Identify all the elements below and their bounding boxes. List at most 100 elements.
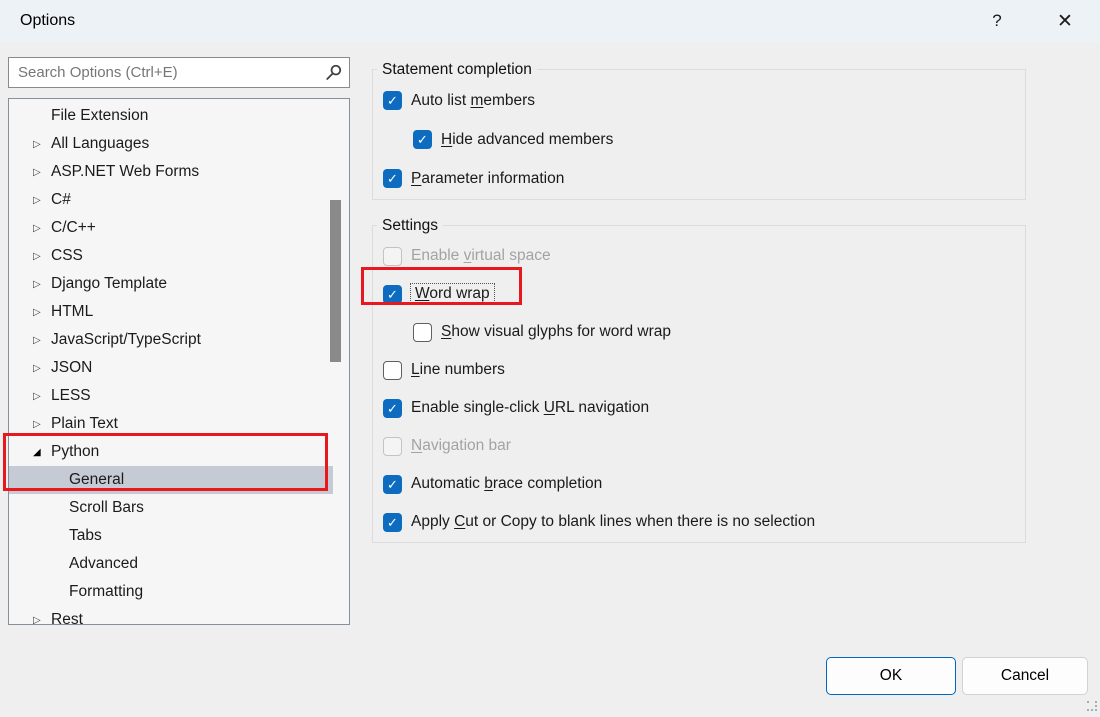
tree-item-label: CSS [51,247,83,265]
search-icon[interactable] [324,63,343,82]
search-box [8,57,350,88]
ok-button[interactable]: OK [826,657,956,695]
tree-item-label: C# [51,191,71,209]
tree-item-django-template[interactable]: ▷ Django Template [9,270,333,298]
checkbox-hide-advanced-members[interactable]: ✓ [413,130,432,149]
expander-icon[interactable]: ▷ [33,615,49,626]
checkbox-row-show-visual-glyphs[interactable]: Show visual glyphs for word wrap [373,313,1025,351]
group-items: Enable virtual space ✓ Word wrap Show vi… [373,226,1025,541]
checkbox-apply-cut-copy-blank-lines[interactable]: ✓ [383,513,402,532]
tree-item-asp-net-web-forms[interactable]: ▷ ASP.NET Web Forms [9,158,333,186]
tree-item-label: Plain Text [51,415,118,433]
tree-item-javascript-typescript[interactable]: ▷ JavaScript/TypeScript [9,326,333,354]
checkbox-automatic-brace-completion[interactable]: ✓ [383,475,402,494]
tree-item-css[interactable]: ▷ CSS [9,242,333,270]
group-title: Settings [377,215,443,236]
tree-item-label: JavaScript/TypeScript [51,331,201,349]
tree-item-json[interactable]: ▷ JSON [9,354,333,382]
tree-item-label: Formatting [69,583,143,601]
tree-item-all-languages[interactable]: ▷ All Languages [9,130,333,158]
expander-icon[interactable]: ▷ [33,251,49,262]
tree-item-formatting[interactable]: Formatting [9,578,333,606]
search-input[interactable] [8,57,350,88]
checkbox-row-auto-list-members[interactable]: ✓ Auto list members [373,81,1025,120]
expander-icon[interactable]: ▷ [33,167,49,178]
group-box-settings: Settings Enable virtual space ✓ Word wra… [372,225,1026,543]
group-box-statement-completion: Statement completion ✓ Auto list members… [372,69,1026,200]
tree-item-general[interactable]: General [9,466,333,494]
checkbox-label: Parameter information [411,170,564,188]
tree-item-label: Rest [51,611,83,625]
tree-item-label: ASP.NET Web Forms [51,163,199,181]
tree-item-file-extension[interactable]: File Extension [9,102,333,130]
tree-item-label: All Languages [51,135,149,153]
tree-item-scroll-bars[interactable]: Scroll Bars [9,494,333,522]
tree-scrollbar-thumb[interactable] [330,200,341,362]
checkbox-row-apply-cut-copy-blank-lines[interactable]: ✓ Apply Cut or Copy to blank lines when … [373,503,1025,541]
checkbox-line-numbers[interactable] [383,361,402,380]
tree-item-label: Django Template [51,275,167,293]
tree-item-tabs[interactable]: Tabs [9,522,333,550]
checkbox-row-parameter-information[interactable]: ✓ Parameter information [373,159,1025,198]
tree-item-html[interactable]: ▷ HTML [9,298,333,326]
checkbox-navigation-bar[interactable] [383,437,402,456]
checkbox-label: Automatic brace completion [411,475,602,493]
tree-item-rest[interactable]: ▷ Rest [9,606,333,625]
expander-icon[interactable]: ▷ [33,139,49,150]
tree-item-label: Scroll Bars [69,499,144,517]
tree-item-label: C/C++ [51,219,96,237]
checkbox-parameter-information[interactable]: ✓ [383,169,402,188]
checkbox-label: Word wrap [411,284,494,304]
expander-icon[interactable]: ◢ [33,447,49,458]
help-button[interactable]: ? [982,7,1012,35]
checkbox-single-click-url-navigation[interactable]: ✓ [383,399,402,418]
tree-item-label: Python [51,443,99,461]
expander-icon[interactable]: ▷ [33,307,49,318]
checkbox-row-navigation-bar[interactable]: Navigation bar [373,427,1025,465]
checkbox-label: Enable single-click URL navigation [411,399,649,417]
expander-icon[interactable]: ▷ [33,335,49,346]
tree-item-label: Advanced [69,555,138,573]
tree-item-advanced[interactable]: Advanced [9,550,333,578]
checkbox-row-line-numbers[interactable]: Line numbers [373,351,1025,389]
checkbox-label: Hide advanced members [441,131,613,149]
tree-item-label: Tabs [69,527,102,545]
tree-rows: File Extension ▷ All Languages ▷ ASP.NET… [9,102,333,625]
expander-icon[interactable]: ▷ [33,223,49,234]
checkbox-word-wrap[interactable]: ✓ [383,285,402,304]
tree-item-python[interactable]: ◢ Python [9,438,333,466]
checkbox-auto-list-members[interactable]: ✓ [383,91,402,110]
expander-icon[interactable]: ▷ [33,391,49,402]
tree-item-c[interactable]: ▷ C# [9,186,333,214]
tree-item-label: HTML [51,303,93,321]
checkbox-row-hide-advanced-members[interactable]: ✓ Hide advanced members [373,120,1025,159]
group-items: ✓ Auto list members ✓ Hide advanced memb… [373,70,1025,198]
checkbox-row-enable-virtual-space[interactable]: Enable virtual space [373,237,1025,275]
checkbox-row-word-wrap[interactable]: ✓ Word wrap [373,275,1025,313]
title-bar: Options ? ✕ [0,0,1100,42]
close-button[interactable]: ✕ [1050,7,1080,35]
tree-item-label: File Extension [51,107,148,125]
tree-item-label: General [69,471,124,489]
expander-icon[interactable]: ▷ [33,363,49,374]
checkbox-label: Enable virtual space [411,247,551,265]
expander-icon[interactable]: ▷ [33,279,49,290]
checkbox-row-single-click-url-navigation[interactable]: ✓ Enable single-click URL navigation [373,389,1025,427]
cancel-button[interactable]: Cancel [962,657,1088,695]
checkbox-enable-virtual-space[interactable] [383,247,402,266]
tree-item-label: LESS [51,387,91,405]
group-title: Statement completion [377,59,537,80]
checkbox-show-visual-glyphs[interactable] [413,323,432,342]
tree-item-less[interactable]: ▷ LESS [9,382,333,410]
expander-icon[interactable]: ▷ [33,195,49,206]
tree-item-c-c[interactable]: ▷ C/C++ [9,214,333,242]
tree-item-label: JSON [51,359,92,377]
checkbox-label: Show visual glyphs for word wrap [441,323,671,341]
checkbox-label: Apply Cut or Copy to blank lines when th… [411,513,815,531]
expander-icon[interactable]: ▷ [33,419,49,430]
checkbox-label: Navigation bar [411,437,511,455]
checkbox-row-automatic-brace-completion[interactable]: ✓ Automatic brace completion [373,465,1025,503]
window-title: Options [20,0,75,42]
tree-item-plain-text[interactable]: ▷ Plain Text [9,410,333,438]
resize-grip-icon[interactable] [1086,700,1098,712]
